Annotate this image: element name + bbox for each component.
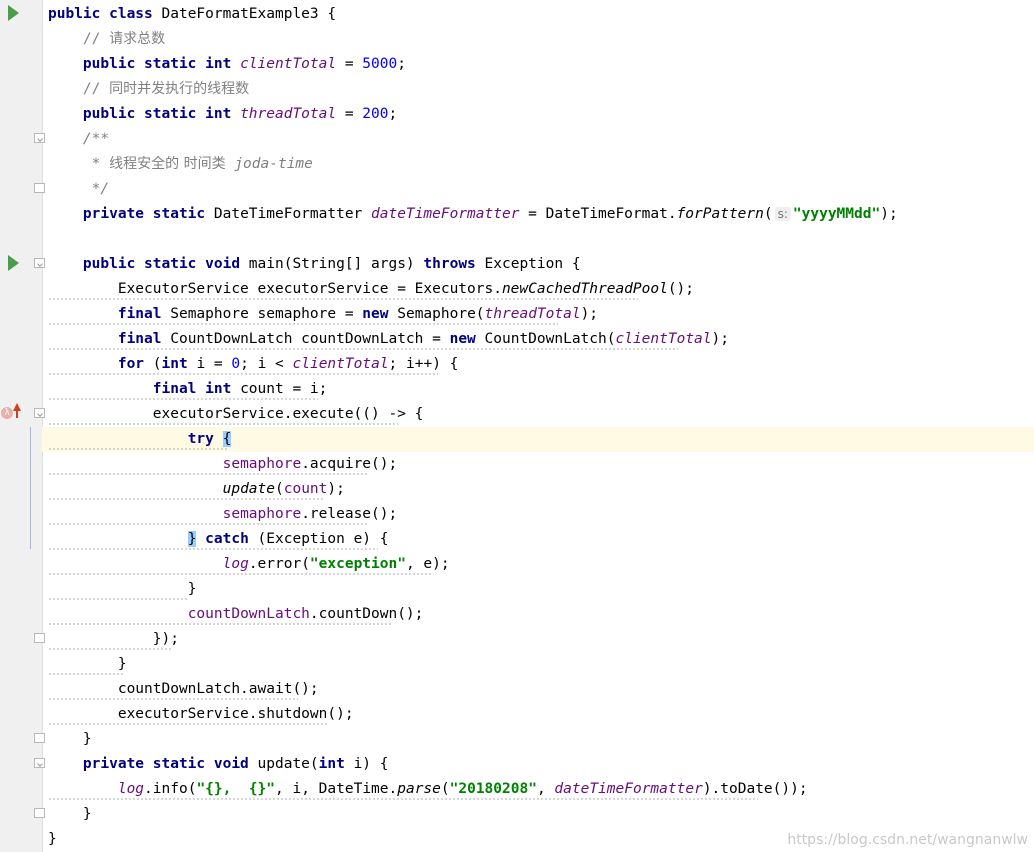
code-line[interactable]: } — [42, 577, 1034, 602]
code-line[interactable]: semaphore.release(); — [42, 502, 1034, 527]
matched-brace: } — [187, 531, 197, 547]
code-line[interactable]: } catch (Exception e) { — [42, 527, 1034, 552]
code-line[interactable]: private static DateTimeFormatter dateTim… — [42, 202, 1034, 227]
code-line[interactable]: executorService.shutdown(); — [42, 702, 1034, 727]
code-line[interactable]: for (int i = 0; i < clientTotal; i++) { — [42, 352, 1034, 377]
code-line[interactable]: countDownLatch.await(); — [42, 677, 1034, 702]
lambda-icon[interactable]: λ — [1, 407, 13, 419]
code-line[interactable]: // 同时并发执行的线程数 — [42, 77, 1034, 102]
code-line[interactable]: public class DateFormatExample3 { — [42, 2, 1034, 27]
code-line[interactable]: public static int threadTotal = 200; — [42, 102, 1034, 127]
run-main-icon[interactable] — [8, 255, 19, 271]
override-arrow-icon[interactable] — [13, 403, 21, 411]
code-line[interactable]: countDownLatch.countDown(); — [42, 602, 1034, 627]
code-line[interactable]: /** — [42, 127, 1034, 152]
scope-indicator — [30, 427, 31, 549]
code-line[interactable]: public static int clientTotal = 5000; — [42, 52, 1034, 77]
code-line[interactable]: * 线程安全的 时间类 joda-time — [42, 152, 1034, 177]
code-line[interactable]: */ — [42, 177, 1034, 202]
editor-gutter[interactable]: λ — [0, 0, 45, 852]
current-code-line[interactable]: try { — [42, 427, 1034, 452]
code-line[interactable]: executorService.execute(() -> { — [42, 402, 1034, 427]
code-line[interactable]: update(count); — [42, 477, 1034, 502]
code-line[interactable]: public static void main(String[] args) t… — [42, 252, 1034, 277]
code-line[interactable]: log.info("{}, {}", i, DateTime.parse("20… — [42, 777, 1034, 802]
code-line[interactable]: final int count = i; — [42, 377, 1034, 402]
code-line[interactable]: } — [42, 652, 1034, 677]
override-arrow-stem — [16, 411, 18, 418]
code-line[interactable]: // 请求总数 — [42, 27, 1034, 52]
code-line[interactable]: } — [42, 727, 1034, 752]
watermark: https://blog.csdn.net/wangnanwlw — [787, 832, 1028, 848]
code-line[interactable]: } — [42, 802, 1034, 827]
code-line[interactable]: ExecutorService executorService = Execut… — [42, 277, 1034, 302]
matched-brace: { — [222, 431, 232, 447]
code-line[interactable]: final Semaphore semaphore = new Semaphor… — [42, 302, 1034, 327]
code-editor[interactable]: public class DateFormatExample3 { // 请求总… — [42, 0, 1034, 852]
code-line[interactable] — [42, 227, 1034, 252]
parameter-hint: s: — [774, 207, 791, 221]
run-class-icon[interactable] — [8, 5, 19, 21]
code-line[interactable]: private static void update(int i) { — [42, 752, 1034, 777]
code-line[interactable]: semaphore.acquire(); — [42, 452, 1034, 477]
code-line[interactable]: log.error("exception", e); — [42, 552, 1034, 577]
code-line[interactable]: final CountDownLatch countDownLatch = ne… — [42, 327, 1034, 352]
code-line[interactable]: }); — [42, 627, 1034, 652]
